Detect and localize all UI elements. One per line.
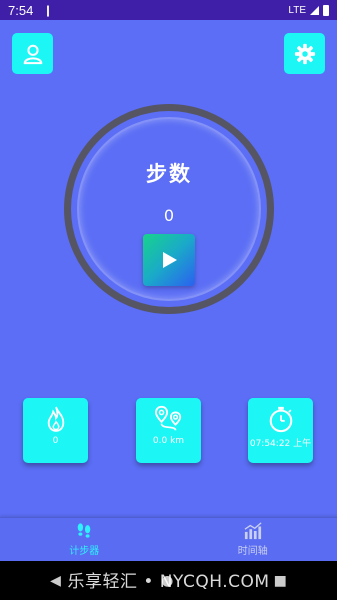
gear-icon bbox=[294, 43, 315, 64]
signal-icon bbox=[310, 5, 319, 15]
start-button[interactable] bbox=[143, 234, 195, 286]
settings-button[interactable] bbox=[284, 33, 325, 74]
stopwatch-icon bbox=[269, 406, 292, 433]
counter-title: 步数 bbox=[146, 162, 192, 186]
profile-button[interactable] bbox=[12, 33, 53, 74]
bar-chart-icon bbox=[244, 522, 262, 540]
tab-timeline[interactable]: 时间轴 bbox=[169, 518, 337, 561]
tab-timeline-label: 时间轴 bbox=[237, 546, 268, 557]
route-pins-icon bbox=[154, 405, 181, 431]
calories-card[interactable]: 0 bbox=[23, 398, 88, 463]
recents-button[interactable]: ■ bbox=[274, 573, 287, 589]
status-bar: 7:54 ❙ LTE bbox=[0, 0, 337, 20]
distance-card[interactable]: 0.0 km bbox=[136, 398, 201, 463]
step-count: 0 bbox=[163, 206, 175, 225]
battery-icon bbox=[323, 4, 329, 16]
person-icon bbox=[23, 44, 42, 64]
flame-icon bbox=[47, 406, 64, 432]
footprints-icon bbox=[77, 523, 91, 538]
play-icon bbox=[163, 252, 177, 268]
back-button[interactable]: ◀ bbox=[50, 573, 61, 589]
time-card[interactable]: 07:54:22 上午 bbox=[248, 398, 313, 463]
calories-value: 0 bbox=[52, 436, 59, 446]
notification-icon: ❙ bbox=[43, 3, 53, 17]
network-label: LTE bbox=[288, 4, 306, 16]
tab-pedometer[interactable]: 计步器 bbox=[0, 518, 169, 561]
step-counter-ring: 步数 0 bbox=[64, 104, 274, 314]
system-navigation-bar: ◀ ● ■ bbox=[0, 561, 337, 600]
status-right: LTE bbox=[288, 4, 329, 16]
bottom-navigation: 计步器 时间轴 bbox=[0, 517, 337, 561]
home-button[interactable]: ● bbox=[161, 573, 173, 589]
distance-value: 0.0 km bbox=[152, 436, 185, 446]
time-value: 07:54:22 上午 bbox=[249, 439, 312, 449]
tab-pedometer-label: 计步器 bbox=[69, 546, 100, 557]
status-time: 7:54 bbox=[8, 2, 34, 18]
